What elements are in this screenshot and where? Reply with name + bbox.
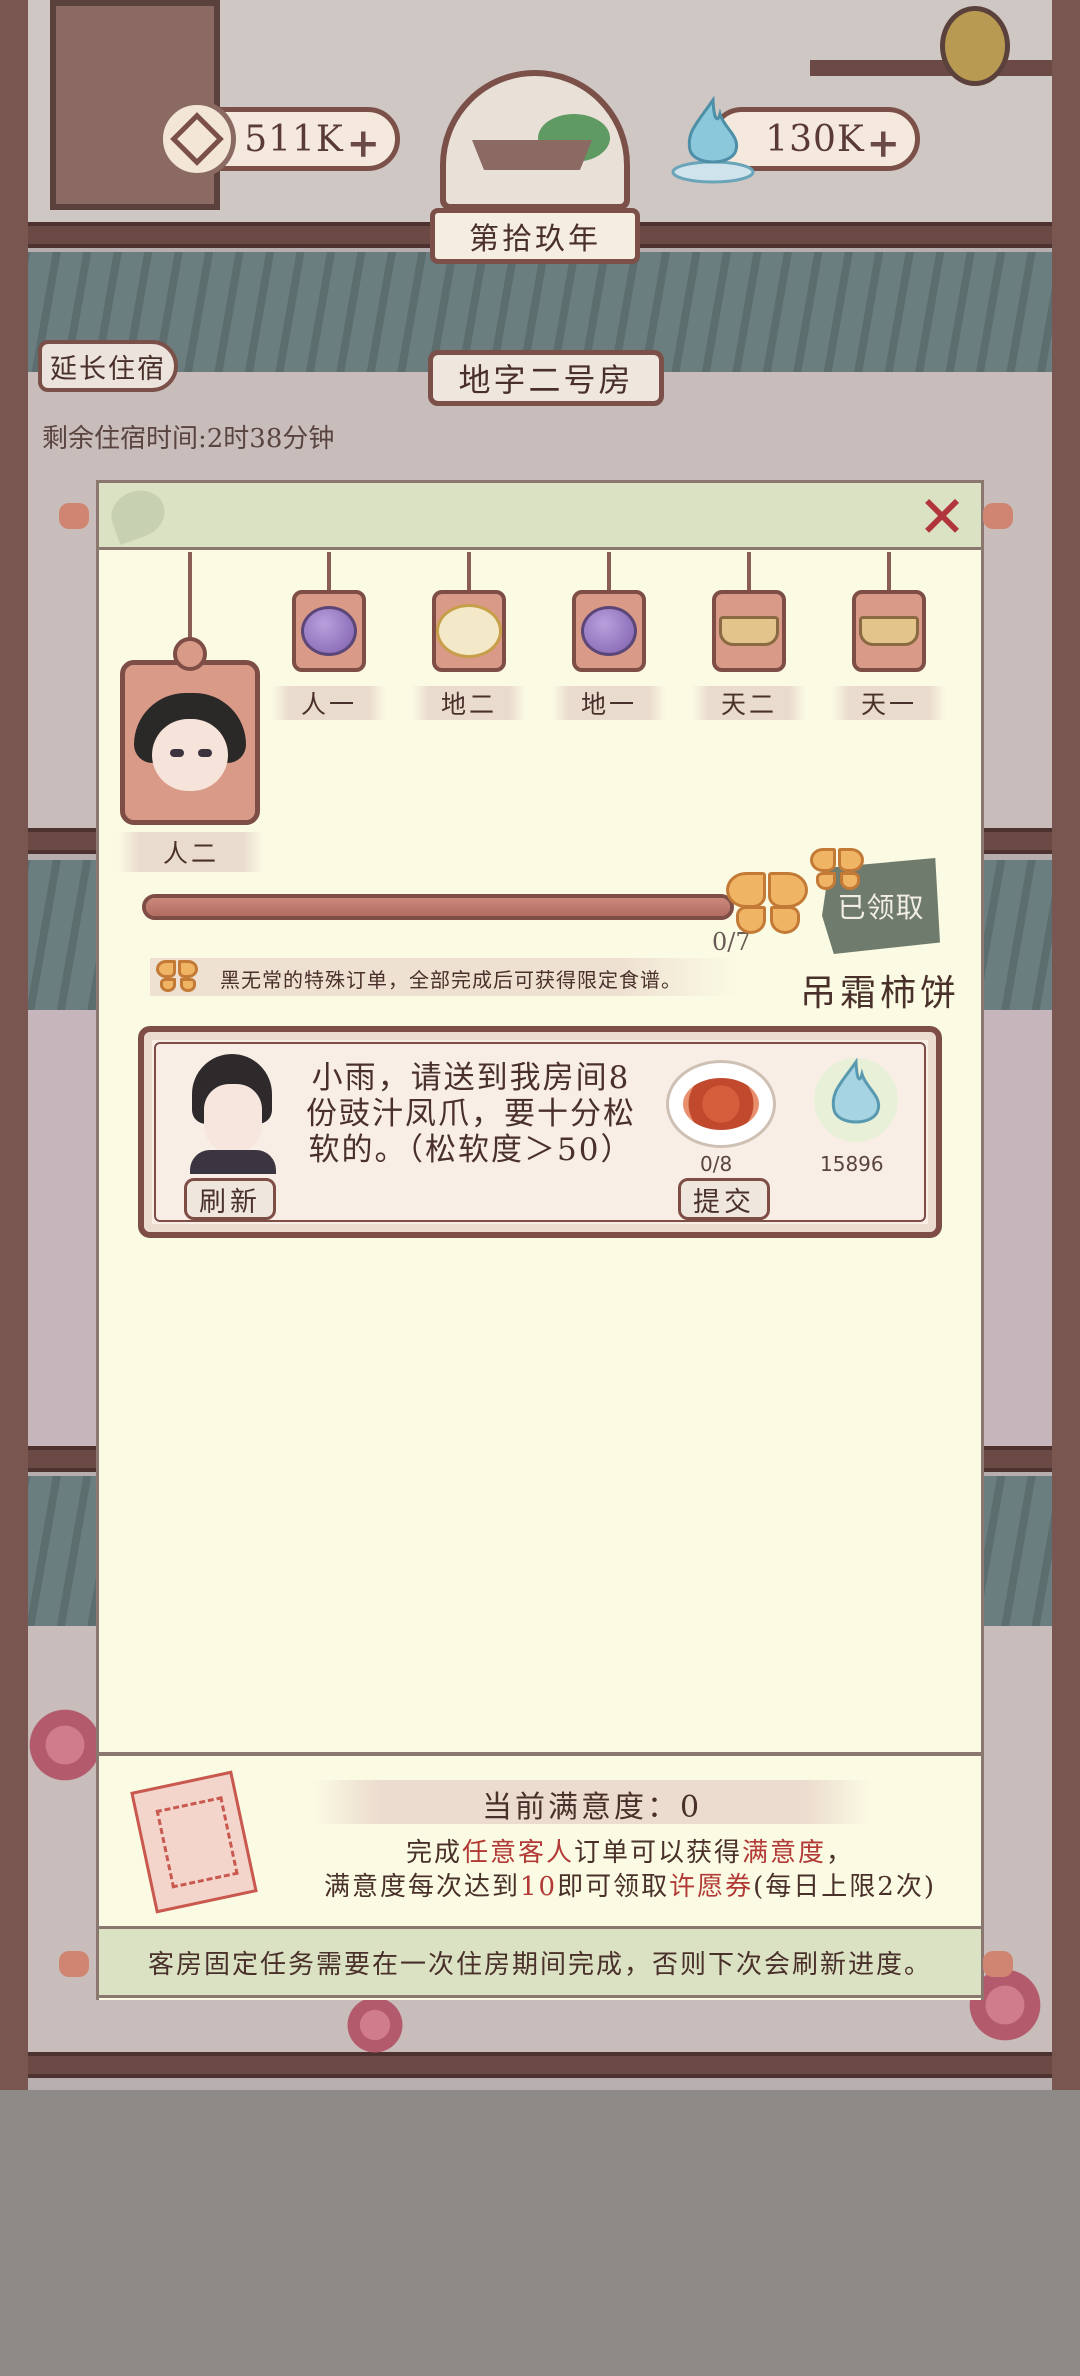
scroll-rod-left xyxy=(59,503,89,529)
ginkgo-leaf-icon xyxy=(104,483,172,545)
spirit-flame-icon xyxy=(671,95,755,184)
current-satisfaction: 当前满意度：0 xyxy=(481,1790,703,1825)
flower-decoration xyxy=(340,1990,410,2060)
reward-recipe-name: 吊霜柿饼 xyxy=(800,973,961,1014)
stage-tag-di-er[interactable] xyxy=(432,590,506,672)
pillar xyxy=(1052,0,1080,2090)
submit-order-button[interactable]: 提交 xyxy=(678,1178,770,1220)
panel-divider xyxy=(96,1752,984,1756)
stage-tag-ren-yi[interactable] xyxy=(292,590,366,672)
rule-highlight: 许愿券 xyxy=(669,1872,754,1902)
tag-string xyxy=(467,552,471,592)
rule-highlight: 10 xyxy=(520,1872,558,1902)
ram-icon xyxy=(436,604,502,658)
fengzhao-dish-icon xyxy=(666,1060,776,1148)
footer-notice: 客房固定任务需要在一次住房期间完成，否则下次会刷新进度。 xyxy=(59,1926,1013,1998)
current-stage-label: 人二 xyxy=(118,832,264,872)
stage-tag-di-yi[interactable] xyxy=(572,590,646,672)
order-progress-fill xyxy=(146,898,730,916)
stage-tag-label: 天二 xyxy=(692,686,806,720)
rule-highlight: 满意度 xyxy=(742,1838,827,1868)
add-coins-button[interactable]: + xyxy=(346,120,381,167)
tag-string xyxy=(607,552,611,592)
order-request-text: 小雨，请送到我房间8份豉汁凤爪，要十分松软的。（松软度＞50） xyxy=(306,1060,636,1168)
floor-beam xyxy=(0,2052,1080,2078)
coin-amount: 511K xyxy=(244,118,344,160)
spirit-amount: 130K xyxy=(765,118,865,160)
footer-notice-text: 客房固定任务需要在一次住房期间完成，否则下次会刷新进度。 xyxy=(147,1949,932,1980)
ingot-icon xyxy=(859,616,919,646)
pillar xyxy=(0,0,28,2090)
spirit-flame-reward-icon xyxy=(814,1057,898,1142)
scroll-rod-right xyxy=(983,1951,1013,1977)
stage-tag-label: 地一 xyxy=(552,686,666,720)
butterfly-icon xyxy=(810,846,866,894)
tag-string xyxy=(887,552,891,592)
mirror-decoration xyxy=(940,6,1010,86)
order-card: 刷新 小雨，请送到我房间8份豉汁凤爪，要十分松软的。（松软度＞50） 0/8 提… xyxy=(138,1026,942,1238)
floor-area xyxy=(0,2090,1080,2376)
refresh-order-button[interactable]: 刷新 xyxy=(184,1178,276,1220)
extend-stay-button[interactable]: 延长住宿 xyxy=(38,340,178,392)
panel-header: ✕ xyxy=(59,480,1013,551)
coin-icon xyxy=(158,100,236,178)
satisfaction-rule: 完成任意客人订单可以获得满意度， 满意度每次达到10即可领取许愿券(每日上限2次… xyxy=(300,1836,960,1904)
rule-highlight: 任意客人 xyxy=(461,1838,574,1868)
year-plaque: 第拾玖年 xyxy=(430,208,640,264)
order-progress-bar xyxy=(142,894,734,920)
special-order-hint: 黑无常的特殊订单，全部完成后可获得限定食谱。 xyxy=(220,968,682,992)
stage-tag-label: 人一 xyxy=(272,686,386,720)
guest-avatar-icon xyxy=(134,692,246,793)
reward-amount: 15896 xyxy=(820,1152,884,1176)
scroll-rod-right xyxy=(983,503,1013,529)
guest-portrait xyxy=(186,1054,278,1174)
purple-fruit-icon xyxy=(301,606,357,656)
close-button[interactable]: ✕ xyxy=(913,483,971,551)
ingot-icon xyxy=(719,616,779,646)
rule-text: 即可领取 xyxy=(557,1872,670,1902)
current-stage-tag[interactable] xyxy=(120,637,260,825)
scroll-rod-left xyxy=(59,1951,89,1977)
stage-tag-label: 天一 xyxy=(832,686,946,720)
tag-string xyxy=(327,552,331,592)
tag-string xyxy=(747,552,751,592)
stay-time-remaining: 剩余住宿时间:2时38分钟 xyxy=(42,424,335,454)
purple-fruit-icon xyxy=(581,606,637,656)
rule-text: ， xyxy=(826,1838,855,1868)
add-spirit-button[interactable]: + xyxy=(866,120,901,167)
stage-tag-tian-er[interactable] xyxy=(712,590,786,672)
rule-text: 订单可以获得 xyxy=(573,1838,742,1868)
room-title: 地字二号房 xyxy=(428,350,664,406)
stage-tag-label: 地二 xyxy=(412,686,526,720)
dish-progress-count: 0/8 xyxy=(700,1152,733,1176)
rule-text: (每日上限2次) xyxy=(753,1872,936,1902)
butterfly-icon xyxy=(156,958,200,996)
butterfly-icon xyxy=(726,868,810,940)
rule-text: 满意度每次达到 xyxy=(324,1872,521,1902)
stage-tag-tian-yi[interactable] xyxy=(852,590,926,672)
rule-text: 完成 xyxy=(405,1838,462,1868)
